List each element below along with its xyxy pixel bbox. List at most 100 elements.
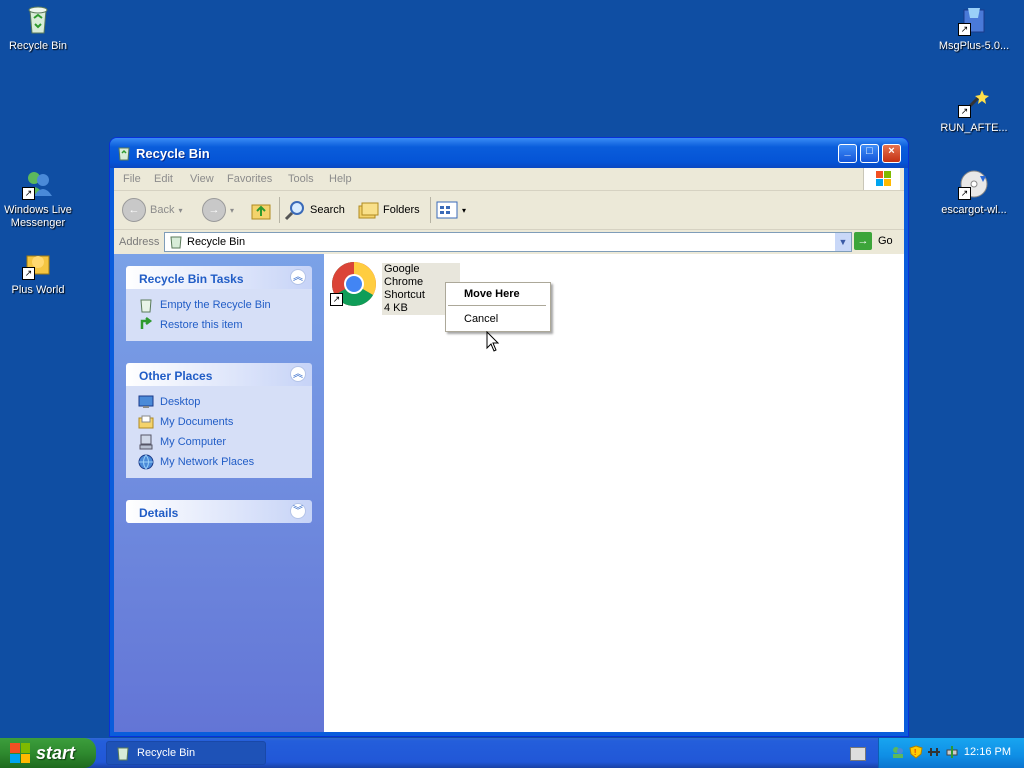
toolbar: ← Back ▾ → ▾ Search Folders ▾ bbox=[114, 191, 904, 230]
expand-chevron-icon[interactable]: ︾ bbox=[290, 503, 306, 519]
link-label: Desktop bbox=[160, 396, 201, 408]
menu-tools[interactable]: Tools bbox=[288, 173, 314, 185]
link-label: Restore this item bbox=[160, 319, 243, 331]
menu-edit[interactable]: Edit bbox=[154, 173, 173, 185]
desktop-icon-msgplus[interactable]: ↗ MsgPlus-5.0... bbox=[937, 4, 1011, 53]
messenger-buddy-icon: ↗ bbox=[22, 168, 54, 200]
details-panel: Details ︾ bbox=[126, 500, 312, 523]
restore-item-link[interactable]: Restore this item bbox=[138, 315, 312, 335]
start-label: start bbox=[36, 742, 76, 763]
keyboard-icon[interactable] bbox=[850, 747, 866, 761]
safely-remove-hardware-icon[interactable] bbox=[945, 745, 959, 759]
my-computer-link[interactable]: My Computer bbox=[138, 432, 312, 452]
my-computer-icon bbox=[139, 434, 153, 450]
address-label: Address bbox=[119, 236, 160, 248]
desktop-icon-label: Recycle Bin bbox=[8, 40, 68, 52]
move-here-menu-item[interactable]: Move Here bbox=[464, 288, 520, 300]
toolbar-separator bbox=[279, 197, 280, 223]
desktop-icon bbox=[138, 395, 154, 408]
title-bar[interactable]: Recycle Bin _ □ × bbox=[110, 138, 908, 168]
menu-file[interactable]: File bbox=[123, 173, 141, 185]
my-documents-icon bbox=[138, 415, 154, 429]
taskbar-button-recycle-bin[interactable]: Recycle Bin bbox=[106, 741, 266, 765]
context-menu: Move Here Cancel bbox=[445, 282, 551, 332]
back-button[interactable]: ← Back ▾ bbox=[122, 198, 182, 222]
empty-recycle-bin-icon bbox=[140, 299, 152, 313]
menu-view[interactable]: View bbox=[190, 173, 214, 185]
collapse-chevron-icon[interactable]: ︽ bbox=[290, 366, 306, 382]
desktop-icon-recycle-bin[interactable]: Recycle Bin bbox=[1, 4, 75, 53]
cancel-menu-item[interactable]: Cancel bbox=[464, 313, 498, 325]
panel-body: Desktop My Documents My Computer My Netw… bbox=[126, 386, 312, 478]
msgplus-installer-icon: ↗ bbox=[958, 4, 990, 36]
desktop-icon-run-after[interactable]: ↗ RUN_AFTE... bbox=[937, 86, 1011, 135]
start-button[interactable]: start bbox=[0, 738, 96, 768]
recycle-bin-icon bbox=[117, 747, 129, 761]
collapse-chevron-icon[interactable]: ︽ bbox=[290, 269, 306, 285]
window-title: Recycle Bin bbox=[136, 146, 210, 161]
network-places-icon bbox=[138, 454, 154, 470]
address-field[interactable]: Recycle Bin ▼ bbox=[164, 232, 852, 252]
my-documents-link[interactable]: My Documents bbox=[138, 412, 312, 432]
restore-icon bbox=[140, 317, 153, 329]
panel-title: Details bbox=[139, 506, 179, 520]
minimize-button[interactable]: _ bbox=[838, 144, 857, 163]
network-tray-icon[interactable] bbox=[927, 745, 941, 759]
svg-text:!: ! bbox=[914, 748, 916, 757]
file-list[interactable]: ↗ Google Chrome Shortcut 4 KB bbox=[324, 254, 904, 732]
maximize-button[interactable]: □ bbox=[860, 144, 879, 163]
address-value: Recycle Bin bbox=[187, 236, 246, 248]
go-arrow-icon: → bbox=[854, 232, 872, 250]
views-button[interactable]: ▾ bbox=[436, 198, 466, 222]
close-button[interactable]: × bbox=[882, 144, 901, 163]
desktop-link[interactable]: Desktop bbox=[138, 392, 312, 412]
menu-favorites[interactable]: Favorites bbox=[227, 173, 272, 185]
my-network-places-link[interactable]: My Network Places bbox=[138, 452, 312, 472]
clock[interactable]: 12:16 PM bbox=[964, 746, 1011, 758]
maximize-icon: □ bbox=[866, 145, 873, 157]
search-icon bbox=[284, 201, 304, 221]
recycle-bin-icon bbox=[116, 145, 132, 161]
desktop-icon-label: Windows Live Messenger bbox=[4, 204, 72, 229]
desktop-icon-escargot[interactable]: ↗ escargot-wl... bbox=[937, 168, 1011, 217]
recycle-bin-icon bbox=[169, 235, 183, 249]
search-label: Search bbox=[310, 204, 345, 216]
chevron-down-icon: ▾ bbox=[230, 205, 235, 215]
folders-icon bbox=[358, 202, 379, 219]
panel-header[interactable]: Details ︾ bbox=[126, 500, 312, 523]
recycle-bin-icon bbox=[22, 4, 54, 36]
folders-button[interactable]: Folders bbox=[357, 198, 420, 222]
windows-logo-icon bbox=[863, 168, 900, 190]
panel-body: Empty the Recycle Bin Restore this item bbox=[126, 289, 312, 341]
shortcut-arrow-icon: ↗ bbox=[958, 23, 971, 36]
go-button[interactable]: → Go bbox=[854, 232, 893, 250]
forward-arrow-icon: → bbox=[202, 198, 226, 222]
panel-header[interactable]: Recycle Bin Tasks ︽ bbox=[126, 266, 312, 289]
messenger-tray-icon[interactable] bbox=[891, 745, 905, 759]
windows-flag-icon bbox=[10, 743, 30, 763]
folders-label: Folders bbox=[383, 204, 420, 216]
explorer-window: Recycle Bin _ □ × File Edit View Favorit… bbox=[110, 138, 908, 736]
shortcut-arrow-icon: ↗ bbox=[22, 267, 35, 280]
address-bar: Address Recycle Bin ▼ → Go bbox=[114, 230, 904, 254]
system-tray: ! 12:16 PM bbox=[878, 738, 1024, 768]
desktop-icon-windows-live-messenger[interactable]: ↗ Windows Live Messenger bbox=[1, 168, 75, 230]
menu-help[interactable]: Help bbox=[329, 173, 352, 185]
desktop-icon-label: Plus World bbox=[11, 284, 65, 296]
desktop-icon-plus-world[interactable]: ↗ Plus World bbox=[1, 248, 75, 297]
up-folder-button[interactable] bbox=[250, 198, 272, 222]
empty-recycle-bin-link[interactable]: Empty the Recycle Bin bbox=[138, 295, 312, 315]
menu-separator bbox=[448, 305, 546, 306]
task-pane: Recycle Bin Tasks ︽ Empty the Recycle Bi… bbox=[114, 254, 324, 732]
panel-header[interactable]: Other Places ︽ bbox=[126, 363, 312, 386]
back-label: Back bbox=[150, 204, 175, 216]
search-button[interactable]: Search bbox=[284, 198, 345, 222]
window-body: File Edit View Favorites Tools Help ← Ba… bbox=[114, 168, 904, 732]
google-chrome-icon: ↗ bbox=[330, 260, 378, 308]
other-places-panel: Other Places ︽ Desktop My Documents My C… bbox=[126, 363, 312, 478]
menu-bar: File Edit View Favorites Tools Help bbox=[114, 168, 904, 191]
address-dropdown-button[interactable]: ▼ bbox=[835, 233, 851, 251]
file-item-google-chrome-shortcut[interactable]: ↗ Google Chrome Shortcut 4 KB bbox=[330, 260, 460, 315]
security-shield-icon[interactable]: ! bbox=[909, 745, 923, 759]
forward-button[interactable]: → ▾ bbox=[202, 198, 234, 222]
